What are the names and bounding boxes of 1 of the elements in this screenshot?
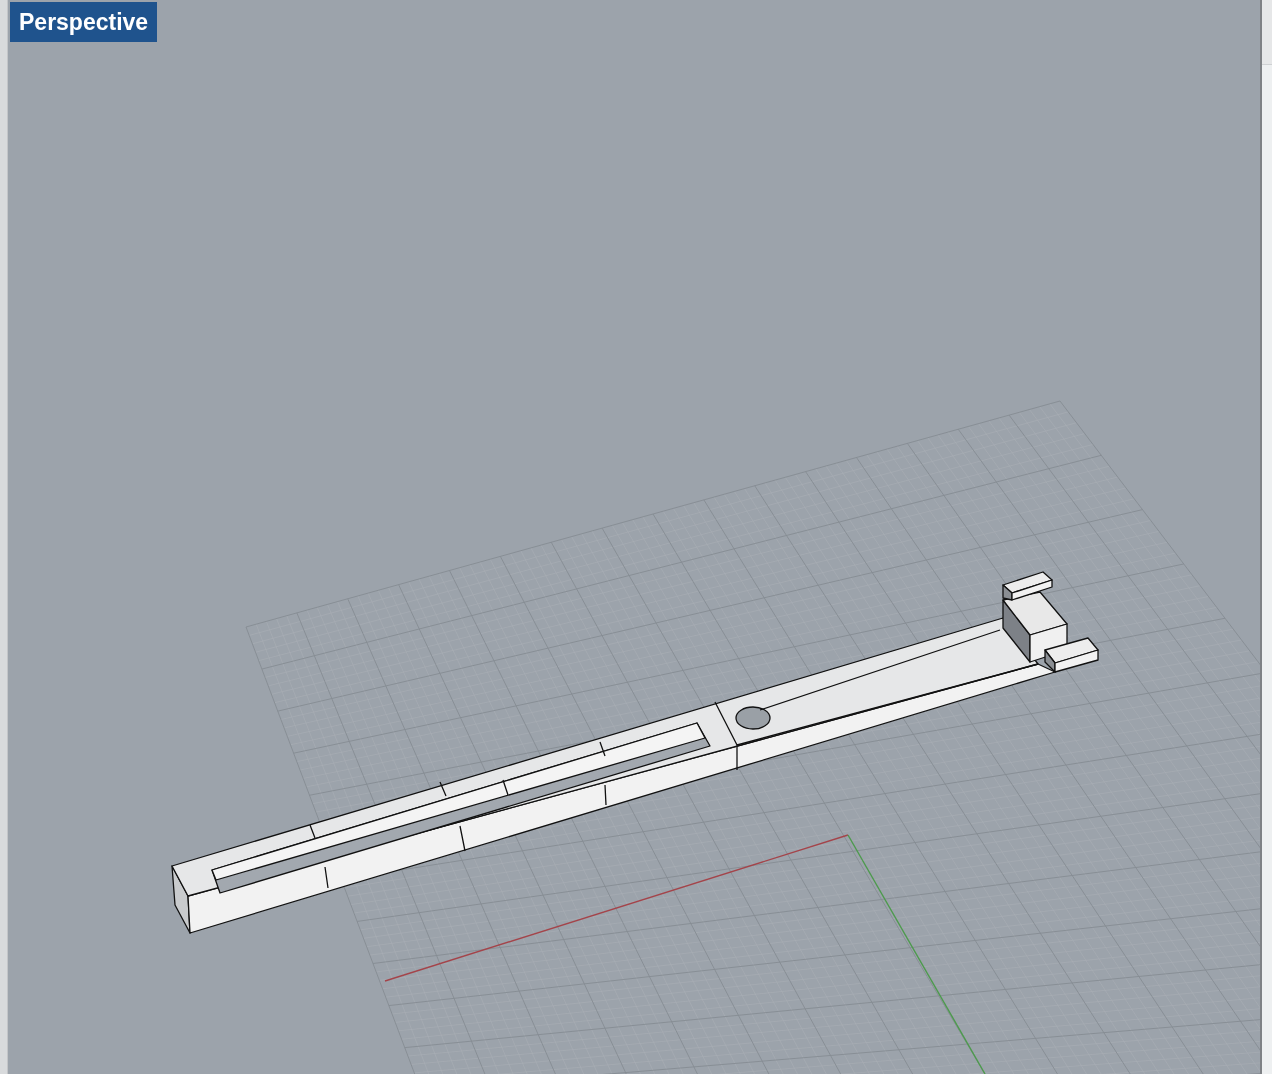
- viewport-title[interactable]: Perspective: [10, 2, 158, 42]
